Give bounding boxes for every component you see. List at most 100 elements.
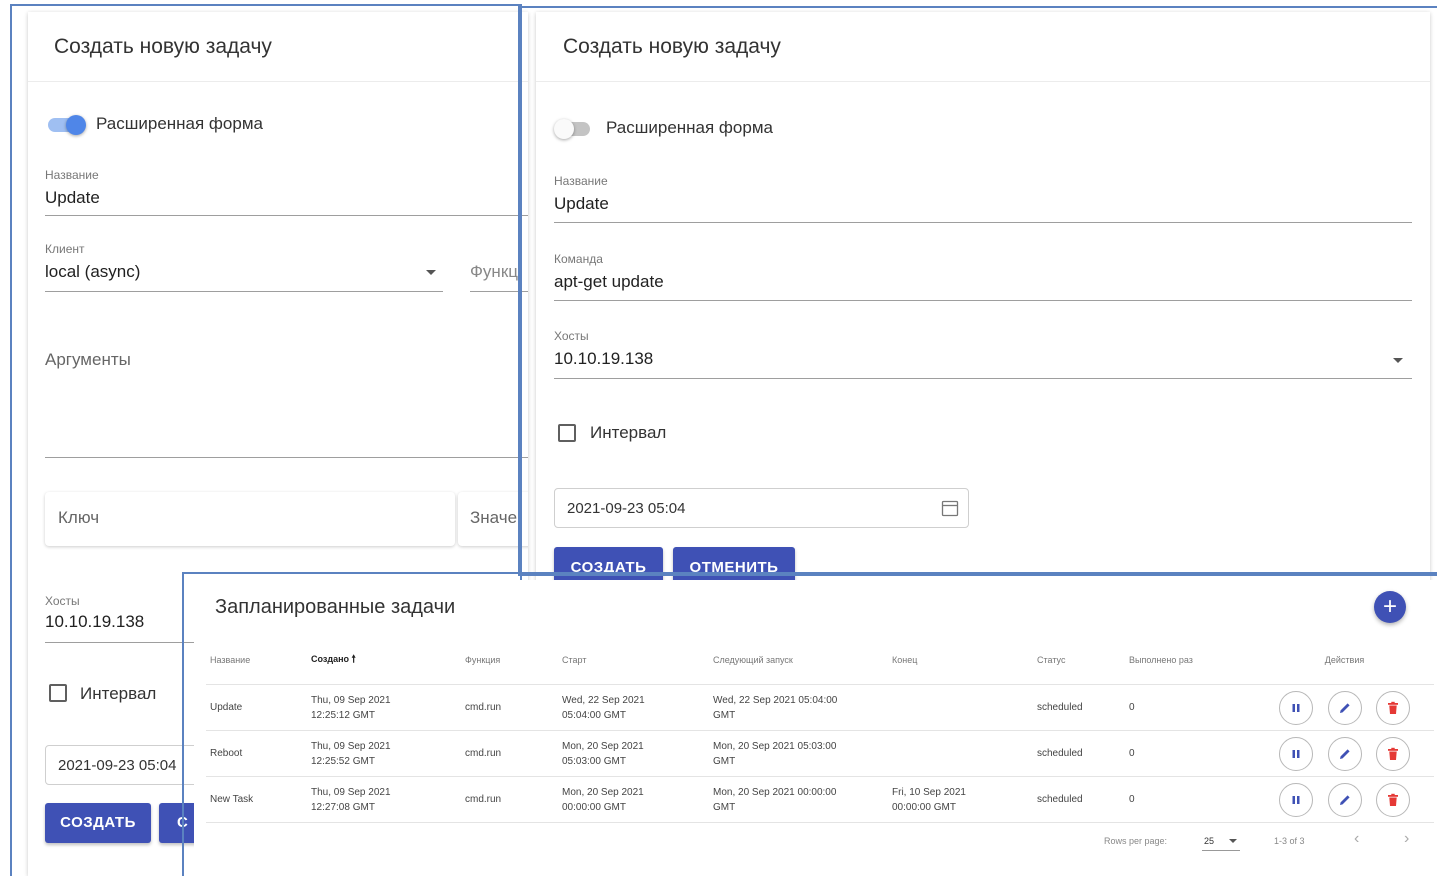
delete-button[interactable] (1376, 736, 1411, 771)
toggle-label: Расширенная форма (606, 118, 773, 137)
header-runs[interactable]: Выполнено раз (1125, 636, 1255, 685)
start-date: Wed, 22 Sep 2021 (562, 694, 645, 706)
left-panel-title: Создать новую задачу (28, 12, 528, 82)
created-date: Thu, 09 Sep 2021 (311, 740, 391, 752)
next-run-tz: GMT (713, 755, 736, 767)
left-name-underline (45, 215, 528, 216)
cell-created: Thu, 09 Sep 2021 12:25:12 GMT (307, 684, 461, 731)
created-date: Thu, 09 Sep 2021 (311, 694, 391, 706)
pencil-icon (1339, 794, 1350, 805)
table-row: New Task Thu, 09 Sep 2021 12:27:08 GMT cm… (206, 776, 1434, 823)
cell-status: scheduled (1033, 684, 1125, 731)
right-command-input[interactable]: apt-get update (554, 272, 664, 292)
left-interval-label: Интервал (80, 684, 157, 703)
header-end[interactable]: Конец (888, 636, 1033, 685)
cell-start: Wed, 22 Sep 2021 05:04:00 GMT (558, 684, 709, 731)
next-run-date: Wed, 22 Sep 2021 05:04:00 (713, 694, 838, 706)
toggle-knob (66, 115, 86, 135)
prev-page-button[interactable]: ‹ (1354, 830, 1359, 848)
header-next-run[interactable]: Следующий запуск (709, 636, 888, 685)
left-interval-checkbox[interactable] (49, 684, 67, 702)
left-client-select[interactable]: local (async) (45, 262, 140, 282)
arrow-up-icon: 🠕 (351, 653, 356, 665)
start-time: 00:00:00 GMT (562, 801, 626, 813)
trash-icon (1388, 701, 1399, 714)
header-status[interactable]: Статус (1033, 636, 1125, 685)
chevron-down-icon[interactable] (426, 270, 436, 275)
cell-end: Fri, 10 Sep 2021 00:00:00 GMT (888, 776, 1033, 823)
left-name-input[interactable]: Update (45, 188, 100, 208)
header-actions: Действия (1255, 636, 1434, 685)
cell-function: cmd.run (461, 730, 558, 777)
scheduled-title: Запланированные задачи (215, 596, 456, 618)
left-arguments-label: Аргументы (45, 350, 131, 369)
pause-button[interactable] (1278, 736, 1313, 771)
start-time: 05:04:00 GMT (562, 709, 626, 721)
left-name-label: Название (45, 168, 99, 182)
created-time: 12:25:52 GMT (311, 755, 375, 767)
right-hosts-label: Хосты (554, 329, 589, 343)
right-name-input[interactable]: Update (554, 194, 609, 214)
right-advanced-toggle[interactable]: Расширенная форма (554, 116, 814, 140)
right-hosts-select[interactable]: 10.10.19.138 (554, 349, 653, 369)
cell-end (888, 684, 1033, 731)
header-created[interactable]: Создано 🠕 (307, 636, 461, 685)
delete-button[interactable] (1376, 690, 1411, 725)
right-panel-title: Создать новую задачу (536, 12, 1430, 82)
left-date-value: 2021-09-23 05:04 (58, 757, 177, 774)
header-created-label: Создано (311, 653, 350, 664)
cell-runs: 0 (1125, 776, 1255, 823)
chevron-down-icon[interactable] (1393, 358, 1403, 363)
left-arguments-underline (45, 457, 528, 458)
left-client-underline (45, 291, 443, 292)
left-hosts-select[interactable]: 10.10.19.138 (45, 612, 144, 632)
cell-name: Update (206, 684, 307, 731)
cell-end (888, 730, 1033, 777)
left-create-button[interactable]: СОЗДАТЬ (45, 803, 151, 843)
cell-start: Mon, 20 Sep 2021 05:03:00 GMT (558, 730, 709, 777)
right-hosts-underline (554, 378, 1412, 379)
cell-status: scheduled (1033, 776, 1125, 823)
cell-actions (1255, 776, 1434, 823)
pause-button[interactable] (1278, 690, 1313, 725)
pause-icon (1292, 795, 1300, 804)
left-key-input[interactable]: Ключ (45, 492, 455, 546)
header-start[interactable]: Старт (558, 636, 709, 685)
next-run-tz: GMT (713, 709, 736, 721)
table-row: Reboot Thu, 09 Sep 2021 12:25:52 GMT cmd.… (206, 730, 1434, 777)
cell-actions (1255, 730, 1434, 777)
right-name-label: Название (554, 174, 608, 188)
start-date: Mon, 20 Sep 2021 (562, 740, 644, 752)
right-name-underline (554, 222, 1412, 223)
cell-function: cmd.run (461, 776, 558, 823)
next-page-button[interactable]: › (1404, 830, 1409, 848)
chevron-right-icon: › (1404, 830, 1410, 847)
edit-button[interactable] (1327, 736, 1362, 771)
scheduled-tasks-panel: Запланированные задачи + Название Создан… (194, 580, 1437, 876)
rows-per-page-select[interactable]: 25 (1202, 832, 1240, 851)
chevron-left-icon: ‹ (1354, 830, 1360, 847)
calendar-icon[interactable] (941, 499, 959, 517)
cell-status: scheduled (1033, 730, 1125, 777)
left-function-label[interactable]: Функц (470, 262, 518, 282)
header-name[interactable]: Название (206, 636, 307, 685)
right-date-value: 2021-09-23 05:04 (567, 500, 686, 517)
left-advanced-toggle[interactable]: Расширенная форма (46, 112, 306, 136)
right-create-task-panel: Создать новую задачу Расширенная форма Н… (536, 12, 1430, 592)
delete-button[interactable] (1376, 782, 1411, 817)
created-time: 12:27:08 GMT (311, 801, 375, 813)
pencil-icon (1339, 702, 1350, 713)
chevron-down-icon (1229, 839, 1237, 843)
header-function[interactable]: Функция (461, 636, 558, 685)
right-date-input[interactable]: 2021-09-23 05:04 (554, 488, 969, 528)
pause-icon (1292, 703, 1300, 712)
add-task-button[interactable]: + (1374, 591, 1406, 623)
right-interval-checkbox[interactable] (558, 424, 576, 442)
left-value-input[interactable]: Значе (458, 492, 528, 546)
edit-button[interactable] (1327, 782, 1362, 817)
cell-actions (1255, 684, 1434, 731)
cell-next-run: Wed, 22 Sep 2021 05:04:00 GMT (709, 684, 888, 731)
rows-per-page-value: 25 (1204, 836, 1215, 846)
edit-button[interactable] (1327, 690, 1362, 725)
pause-button[interactable] (1278, 782, 1313, 817)
